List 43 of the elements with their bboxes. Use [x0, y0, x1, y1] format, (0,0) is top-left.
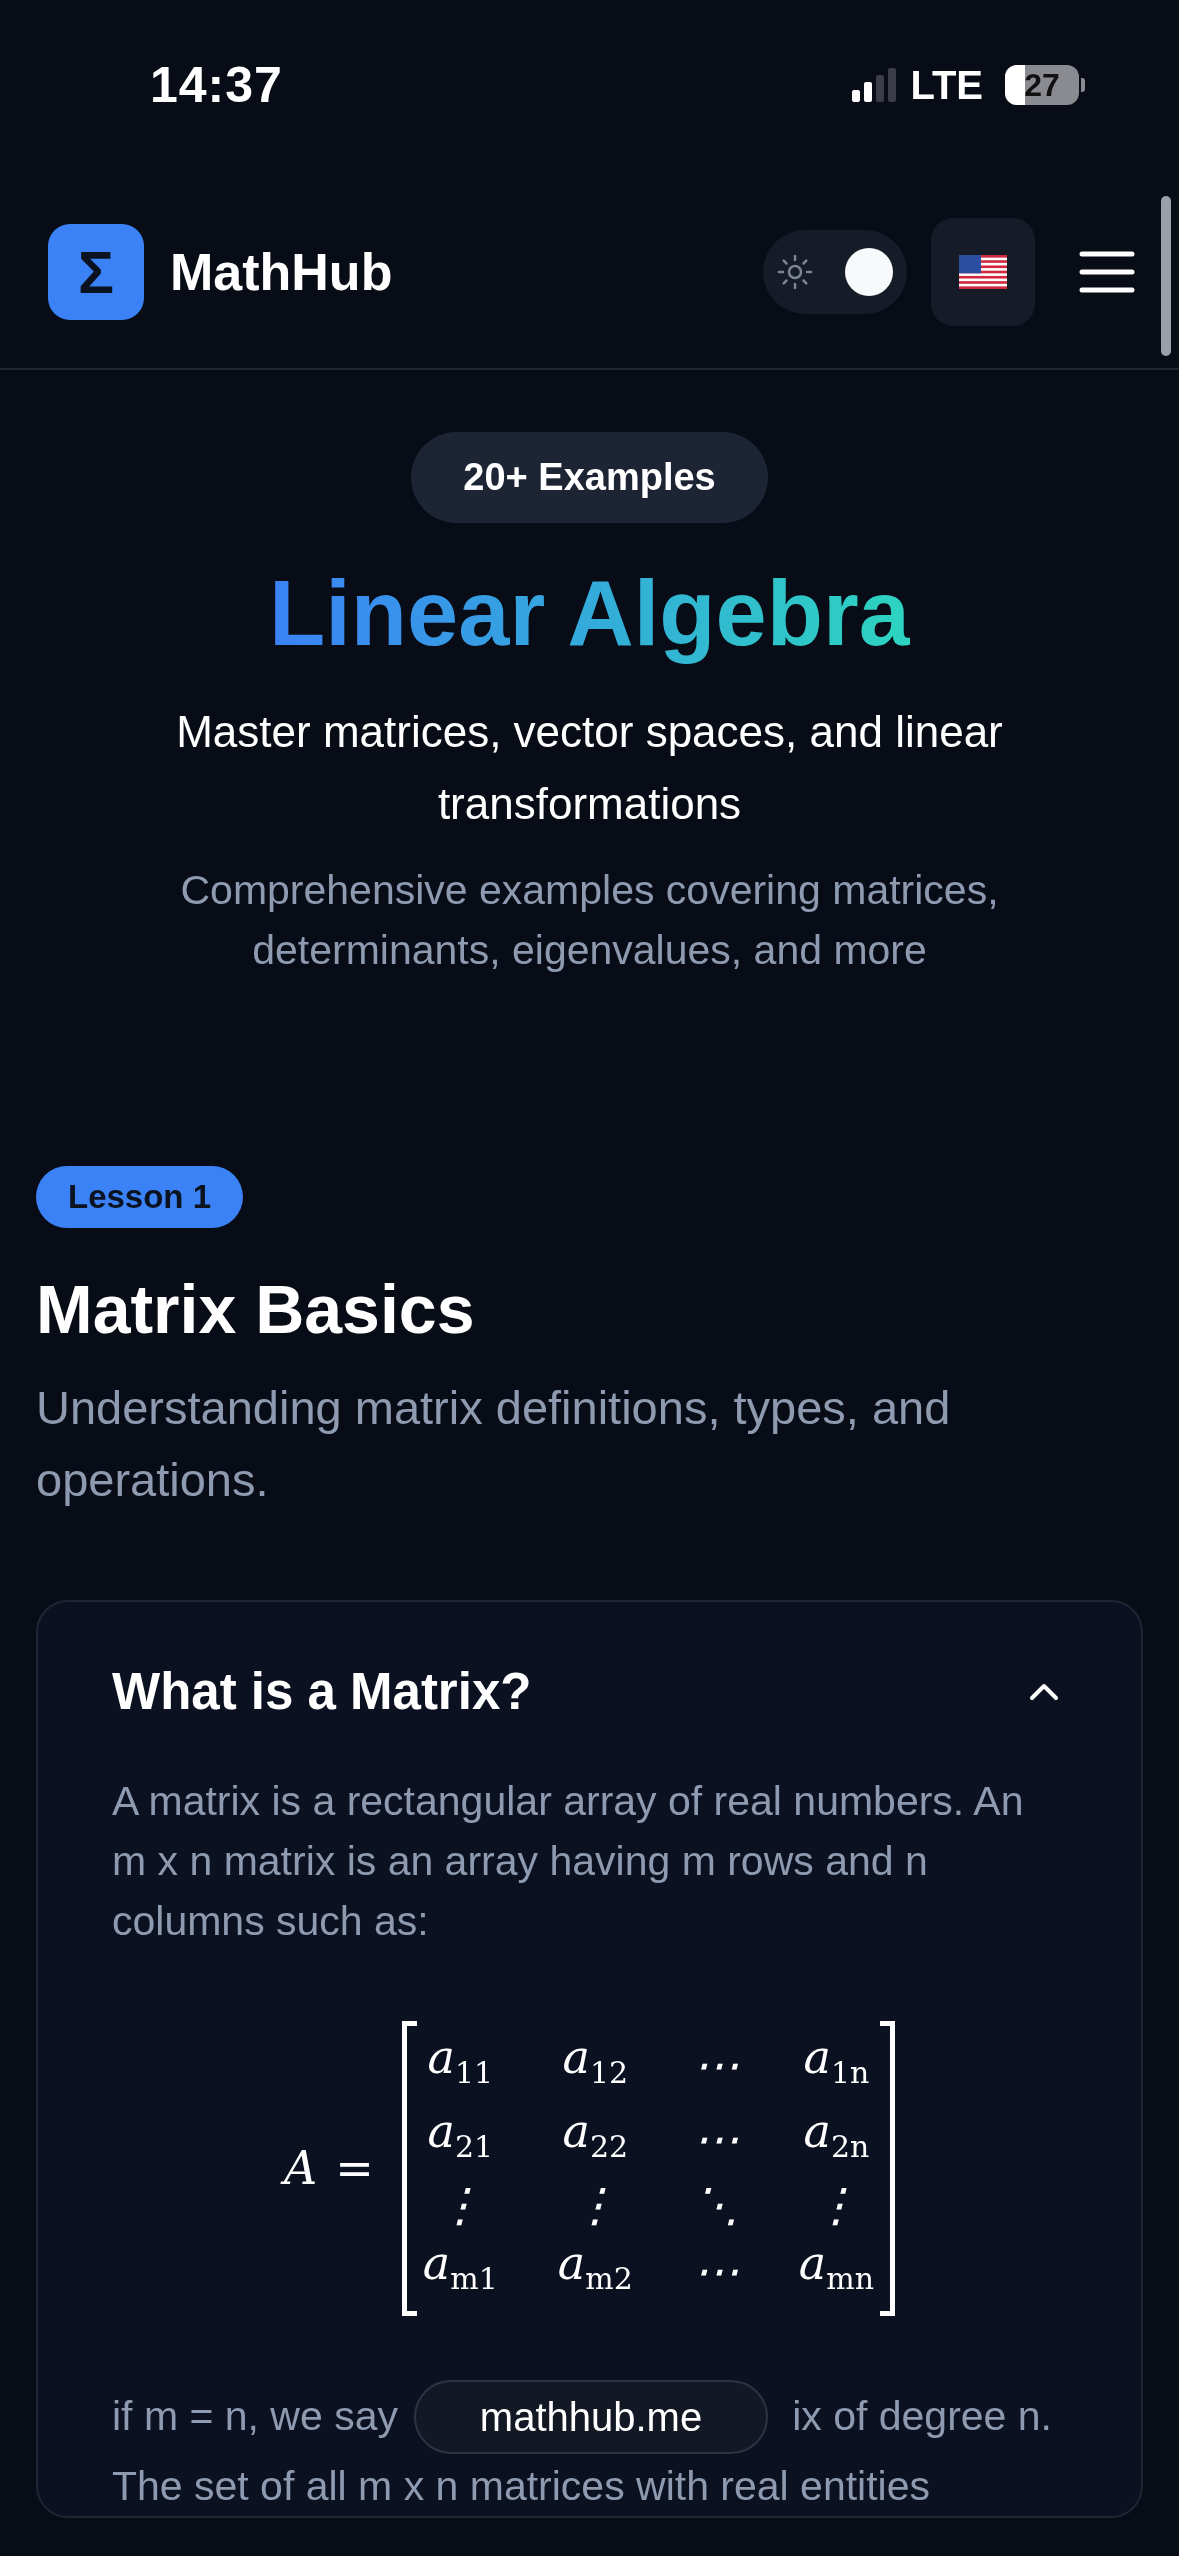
accordion-title[interactable]: What is a Matrix? [112, 1662, 532, 1721]
examples-badge: 20+ Examples [411, 432, 768, 523]
matrix-entry: a$_{12}$ [562, 2029, 629, 2093]
scrollbar-thumb[interactable] [1161, 196, 1171, 356]
body-text: if m = n, we say [112, 2391, 398, 2441]
brand-name[interactable]: MathHub [170, 242, 393, 302]
body-text: A matrix is a rectangular array of real numbers. An m x n matrix is an array having m rows and n columns such as: [112, 1777, 1025, 1946]
chevron-icon[interactable] [1029, 1681, 1059, 1702]
lesson-title: Matrix Basics [36, 1270, 475, 1348]
matrix-entry: a$_{mn}$ [798, 2235, 874, 2299]
matrix-entry: ⋯ [692, 2111, 739, 2168]
matrix-entry: ⋮ [437, 2177, 484, 2234]
url-pill[interactable]: mathhub.me [414, 2379, 768, 2454]
matrix-entry: ⋱ [692, 2177, 739, 2234]
matrix-entry: a$_{m2}$ [557, 2235, 633, 2299]
language-button[interactable] [931, 218, 1035, 326]
sun-icon [777, 254, 813, 290]
body-text: ix of degree n. [792, 2391, 1052, 2441]
flag-icon [959, 255, 1007, 289]
lesson-badge: Lesson 1 [36, 1166, 244, 1228]
matrix-entry: a$_{21}$ [427, 2103, 494, 2167]
network-label: LTE [910, 62, 983, 108]
matrix-entry: a$_{1n}$ [803, 2029, 870, 2093]
battery-reading: 27 [1024, 66, 1060, 104]
matrix-entry: a$_{2n}$ [803, 2103, 870, 2167]
lesson-description: Understanding matrix definitions, types, and operations. [36, 1380, 952, 1508]
matrix-entry: a$_{11}$ [427, 2029, 494, 2093]
status-time: 14:37 [150, 56, 283, 114]
matrix-entry: a$_{m1}$ [422, 2235, 498, 2299]
equals-sign: = [335, 2141, 374, 2196]
body-text: The set of all m x n matrices with real entities [112, 2461, 932, 2511]
matrix-entry: a$_{22}$ [562, 2103, 629, 2167]
matrix-entry: ⋯ [692, 2243, 739, 2300]
logo-icon[interactable]: Σ [48, 224, 144, 320]
toggle-knob[interactable] [845, 248, 893, 296]
matrix-entry: ⋮ [813, 2177, 860, 2234]
menu-icon [1079, 250, 1135, 294]
page-description: Comprehensive examples covering matrices, determinants, eigenvalues, and more [179, 866, 1000, 975]
matrix-entry: ⋮ [572, 2177, 619, 2234]
page-subtitle: Master matrices, vector spaces, and linear transformations [175, 706, 1004, 830]
matrix-entry: ⋯ [692, 2037, 739, 2094]
signal-icon [852, 68, 897, 102]
menu-button[interactable] [1079, 250, 1135, 294]
